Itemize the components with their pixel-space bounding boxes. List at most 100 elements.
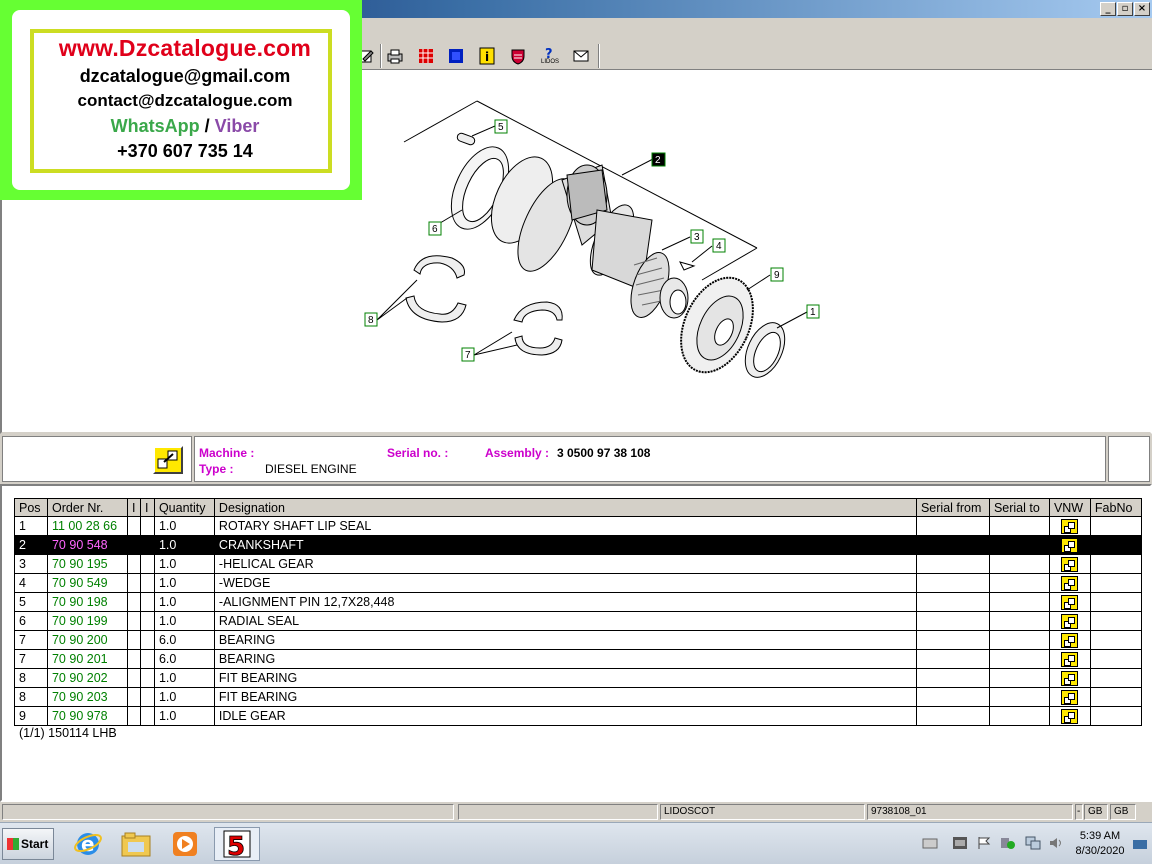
cell-vnw[interactable] [1048, 573, 1091, 593]
print-icon[interactable] [384, 45, 406, 67]
table-row[interactable]: 2 70 90 548 1.0 CRANKSHAFT [14, 535, 1143, 555]
vm-tools-icon[interactable] [952, 836, 968, 850]
cell-vnw[interactable] [1048, 687, 1091, 707]
security-icon[interactable] [1000, 836, 1016, 850]
header-serial-from[interactable]: Serial from [915, 498, 990, 517]
cell-vnw[interactable] [1048, 535, 1091, 555]
cell-i1 [126, 630, 141, 650]
table-row[interactable]: 3 70 90 195 1.0 -HELICAL GEAR [14, 554, 1143, 574]
assembly-label: Assembly : [485, 446, 550, 460]
callout-5[interactable]: 5 [494, 119, 508, 134]
grid-icon[interactable] [415, 45, 437, 67]
mail-icon[interactable] [570, 45, 592, 67]
close-button[interactable]: × [1134, 2, 1150, 16]
vnw-link-icon[interactable] [1061, 689, 1079, 705]
vnw-link-icon[interactable] [1061, 518, 1079, 534]
header-order-nr[interactable]: Order Nr. [46, 498, 128, 517]
cell-vnw[interactable] [1048, 516, 1091, 536]
vnw-link-icon[interactable] [1061, 670, 1079, 686]
vnw-link-icon[interactable] [1061, 594, 1079, 610]
cell-i1 [126, 573, 141, 593]
table-row[interactable]: 9 70 90 978 1.0 IDLE GEAR [14, 706, 1143, 726]
cell-serial-from [915, 668, 990, 688]
start-button[interactable]: Start [2, 828, 54, 860]
keyboard-icon[interactable] [922, 836, 938, 850]
volume-icon[interactable] [1048, 836, 1064, 850]
header-designation[interactable]: Designation [213, 498, 917, 517]
callout-4[interactable]: 4 [712, 238, 726, 253]
network-icon[interactable] [1025, 836, 1041, 850]
table-row[interactable]: 1 11 00 28 66 1.0 ROTARY SHAFT LIP SEAL [14, 516, 1143, 536]
cell-vnw[interactable] [1048, 592, 1091, 612]
link-icon[interactable] [153, 446, 183, 474]
svg-text:6: 6 [432, 224, 438, 235]
header-vnw[interactable]: VNW [1048, 498, 1091, 517]
callout-7[interactable]: 7 [461, 347, 475, 362]
file-explorer-icon[interactable] [116, 827, 156, 861]
cell-vnw[interactable] [1048, 611, 1091, 631]
vnw-link-icon[interactable] [1061, 575, 1079, 591]
table-row[interactable]: 7 70 90 200 6.0 BEARING [14, 630, 1143, 650]
callout-9[interactable]: 9 [770, 267, 784, 282]
vnw-link-icon[interactable] [1061, 651, 1079, 667]
media-player-icon[interactable] [165, 827, 205, 861]
list-footer-note: (1/1) 150114 LHB [19, 726, 117, 740]
cell-i1 [126, 516, 141, 536]
cell-order-nr: 70 90 198 [46, 592, 128, 612]
vnw-link-icon[interactable] [1061, 632, 1079, 648]
callout-8[interactable]: 8 [364, 312, 378, 327]
table-row[interactable]: 8 70 90 202 1.0 FIT BEARING [14, 668, 1143, 688]
callout-2[interactable]: 2 [651, 152, 666, 167]
callout-3[interactable]: 3 [690, 229, 704, 244]
cell-order-nr: 70 90 202 [46, 668, 128, 688]
help-icon[interactable]: ? LIDOS [539, 45, 561, 67]
badge-icon[interactable] [507, 45, 529, 67]
type-value: DIESEL ENGINE [265, 462, 357, 476]
header-pos[interactable]: Pos [14, 498, 48, 517]
callout-6[interactable]: 6 [428, 221, 442, 236]
table-row[interactable]: 5 70 90 198 1.0 -ALIGNMENT PIN 12,7X28,448 [14, 592, 1143, 612]
cell-serial-to [988, 687, 1050, 707]
restore-button[interactable]: ▫ [1117, 2, 1133, 16]
cell-pos: 8 [14, 668, 48, 688]
internet-explorer-icon[interactable]: e [68, 827, 108, 861]
cell-i2 [139, 535, 155, 555]
lidos-app-icon[interactable]: 5 [214, 827, 260, 861]
table-row[interactable]: 6 70 90 199 1.0 RADIAL SEAL [14, 611, 1143, 631]
show-desktop-icon[interactable] [1132, 837, 1148, 851]
cell-vnw[interactable] [1048, 668, 1091, 688]
vnw-link-icon[interactable] [1061, 556, 1079, 572]
vnw-link-icon[interactable] [1061, 613, 1079, 629]
cell-vnw[interactable] [1048, 554, 1091, 574]
vnw-link-icon[interactable] [1061, 537, 1079, 553]
cell-vnw[interactable] [1048, 649, 1091, 669]
info-right-panel [1108, 436, 1150, 482]
cell-vnw[interactable] [1048, 706, 1091, 726]
callout-1[interactable]: 1 [806, 304, 820, 319]
minimize-button[interactable]: _ [1100, 2, 1116, 16]
vnw-link-icon[interactable] [1061, 708, 1079, 724]
system-clock[interactable]: 5:39 AM 8/30/2020 [1068, 829, 1132, 859]
cell-order-nr: 70 90 978 [46, 706, 128, 726]
clock-date: 8/30/2020 [1075, 845, 1125, 857]
table-row[interactable]: 8 70 90 203 1.0 FIT BEARING [14, 687, 1143, 707]
blue-grid-icon[interactable] [445, 45, 467, 67]
table-row[interactable]: 4 70 90 549 1.0 -WEDGE [14, 573, 1143, 593]
cell-i1 [126, 668, 141, 688]
table-row[interactable]: 7 70 90 201 6.0 BEARING [14, 649, 1143, 669]
header-i2[interactable]: I [139, 498, 155, 517]
cell-vnw[interactable] [1048, 630, 1091, 650]
svg-text:i: i [485, 50, 489, 64]
cell-serial-to [988, 611, 1050, 631]
header-serial-to[interactable]: Serial to [988, 498, 1050, 517]
action-center-flag-icon[interactable] [976, 836, 992, 850]
cell-designation: -HELICAL GEAR [213, 554, 917, 574]
header-fabno[interactable]: FabNo [1089, 498, 1143, 517]
cell-pos: 7 [14, 649, 48, 669]
watermark-messengers: WhatsApp / Viber [34, 116, 336, 137]
cell-pos: 5 [14, 592, 48, 612]
header-quantity[interactable]: Quantity [153, 498, 215, 517]
info-icon[interactable]: i [476, 45, 498, 67]
header-i1[interactable]: I [126, 498, 141, 517]
cell-designation: ROTARY SHAFT LIP SEAL [213, 516, 917, 536]
